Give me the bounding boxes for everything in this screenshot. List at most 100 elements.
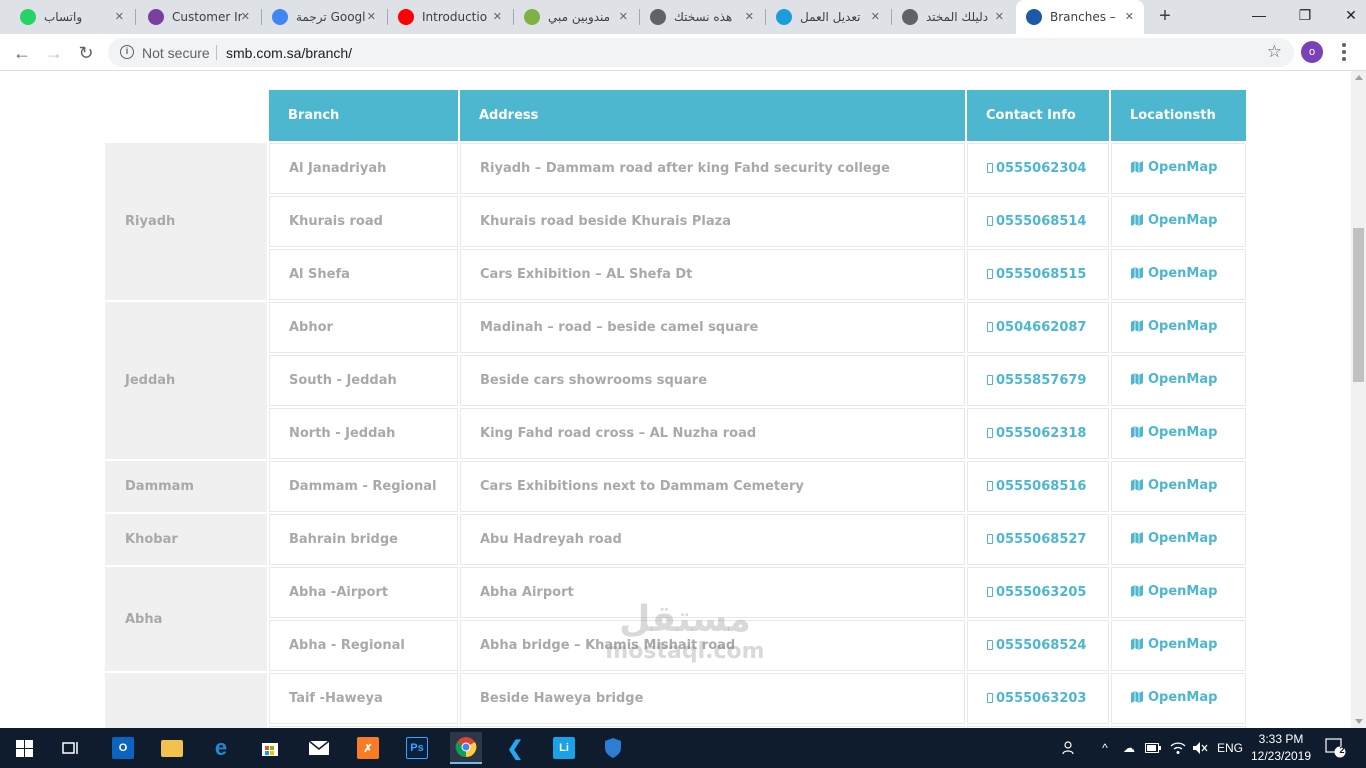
browser-menu-icon[interactable] — [1334, 40, 1354, 64]
browser-tab[interactable]: مندوبين مبي ✕ — [514, 0, 638, 34]
city-cell: Abha — [105, 567, 267, 671]
phone-number: 0555068516 — [996, 479, 1087, 494]
people-icon[interactable] — [1058, 728, 1082, 768]
vscode-icon[interactable]: ❮ — [499, 732, 531, 764]
map-icon — [1131, 691, 1144, 707]
open-map-label: OpenMap — [1148, 372, 1218, 387]
task-view-icon[interactable] — [55, 732, 87, 764]
battery-icon[interactable] — [1143, 728, 1163, 768]
edge-icon[interactable]: e — [205, 732, 237, 764]
browser-tab[interactable]: واتساب ✕ — [10, 0, 134, 34]
branch-cell: Abha -Airport — [269, 567, 458, 618]
open-map-link[interactable]: OpenMap — [1131, 425, 1217, 440]
phone-link[interactable]: 0555063205 — [987, 585, 1086, 600]
phone-link[interactable]: 0555068527 — [987, 532, 1086, 547]
close-tab-icon[interactable]: ✕ — [367, 10, 376, 24]
contact-cell: 0555068516 — [967, 461, 1109, 512]
phone-link[interactable]: 0555063203 — [987, 691, 1086, 706]
branch-cell: Bahrain bridge — [269, 514, 458, 565]
open-map-link[interactable]: OpenMap — [1131, 266, 1217, 281]
tab-title: Customer Ir — [172, 10, 242, 24]
close-tab-icon[interactable]: ✕ — [241, 10, 250, 24]
new-tab-button[interactable]: + — [1154, 6, 1176, 28]
file-explorer-icon[interactable] — [156, 732, 188, 764]
store-icon[interactable] — [254, 732, 286, 764]
close-tab-icon[interactable]: ✕ — [1125, 10, 1134, 24]
scrollbar-thumb[interactable] — [1353, 228, 1364, 382]
onedrive-cloud-icon[interactable]: ☁ — [1118, 728, 1140, 768]
phone-link[interactable]: 0555068524 — [987, 638, 1086, 653]
restore-icon[interactable]: ❐ — [1282, 0, 1328, 30]
language-indicator[interactable]: ENG — [1214, 728, 1246, 768]
phone-icon — [987, 693, 993, 703]
photoshop-icon[interactable]: Ps — [401, 732, 433, 764]
bookmark-star-icon[interactable]: ☆ — [1267, 42, 1282, 62]
forward-icon[interactable]: → — [42, 41, 66, 65]
open-map-link[interactable]: OpenMap — [1131, 372, 1217, 387]
close-tab-icon[interactable]: ✕ — [745, 10, 754, 24]
close-tab-icon[interactable]: ✕ — [619, 10, 628, 24]
branch-cell: Dammam - Regional — [269, 461, 458, 512]
volume-muted-icon[interactable] — [1190, 728, 1210, 768]
browser-tab[interactable]: Branches – ✕ — [1016, 0, 1144, 34]
open-map-link[interactable]: OpenMap — [1131, 478, 1217, 493]
close-tab-icon[interactable]: ✕ — [871, 10, 880, 24]
close-tab-icon[interactable]: ✕ — [995, 10, 1004, 24]
phone-link[interactable]: 0555062318 — [987, 426, 1086, 441]
phone-number: 0555068527 — [996, 532, 1087, 547]
address-cell: Riyadh – Dammam road after king Fahd sec… — [460, 143, 965, 194]
open-map-link[interactable]: OpenMap — [1131, 531, 1217, 546]
browser-tab[interactable]: Introductio ✕ — [388, 0, 512, 34]
branch-cell: Abha - Regional — [269, 620, 458, 671]
scroll-up-icon[interactable] — [1355, 75, 1363, 80]
branch-cell: Khurais road — [269, 196, 458, 247]
page-scrollbar[interactable] — [1351, 71, 1366, 728]
mail-icon[interactable] — [303, 732, 335, 764]
app-li-icon[interactable]: Li — [548, 732, 580, 764]
back-icon[interactable]: ← — [10, 41, 34, 65]
tab-title: واتساب — [44, 10, 83, 24]
globe-icon — [650, 9, 666, 25]
address-bar[interactable]: i Not secure smb.com.sa/branch/ ☆ — [108, 38, 1294, 67]
open-map-link[interactable]: OpenMap — [1131, 637, 1217, 652]
xampp-icon[interactable]: ✗ — [352, 732, 384, 764]
minimize-icon[interactable]: — — [1236, 0, 1282, 30]
notifications-icon[interactable]: 2 — [1322, 728, 1350, 768]
chrome-icon[interactable] — [450, 732, 482, 764]
tray-chevron-up-icon[interactable]: ^ — [1096, 728, 1114, 768]
browser-tab-strip: واتساب✕Customer Ir✕ترجمة Google✕Introduc… — [0, 0, 1366, 34]
phone-link[interactable]: 0504662087 — [987, 320, 1086, 335]
wifi-icon[interactable] — [1168, 728, 1188, 768]
outlook-icon[interactable]: O — [107, 732, 139, 764]
open-map-link[interactable]: OpenMap — [1131, 319, 1217, 334]
close-tab-icon[interactable]: ✕ — [115, 10, 124, 24]
shield-app-icon[interactable] — [597, 732, 629, 764]
phone-link[interactable]: 0555068515 — [987, 267, 1086, 282]
browser-tab[interactable]: ترجمة Google✕ — [262, 0, 386, 34]
address-cell: Abha bridge – Khamis Mishait road — [460, 620, 965, 671]
close-window-icon[interactable]: ✕ — [1328, 0, 1366, 30]
browser-tab[interactable]: Customer Ir ✕ — [138, 0, 260, 34]
reload-icon[interactable]: ↻ — [74, 41, 98, 65]
close-tab-icon[interactable]: ✕ — [493, 10, 502, 24]
info-icon[interactable]: i — [120, 45, 134, 59]
windows-start-icon[interactable] — [8, 732, 40, 764]
open-map-link[interactable]: OpenMap — [1131, 690, 1217, 705]
open-map-link[interactable]: OpenMap — [1131, 213, 1217, 228]
profile-avatar[interactable]: o — [1301, 41, 1323, 63]
system-clock[interactable]: 3:33 PM 12/23/2019 — [1246, 731, 1316, 765]
phone-link[interactable]: 0555068516 — [987, 479, 1086, 494]
table-row: Abha Abha -Airport Abha Airport 0555063205 O… — [105, 567, 1246, 671]
browser-tab[interactable]: دليلك المختد ✕ — [892, 0, 1014, 34]
browser-tab[interactable]: هذه نسختك ✕ — [640, 0, 764, 34]
phone-link[interactable]: 0555062304 — [987, 161, 1086, 176]
phone-link[interactable]: 0555857679 — [987, 373, 1086, 388]
browser-tab[interactable]: تعديل العمل ✕ — [766, 0, 890, 34]
url-text[interactable]: smb.com.sa/branch/ — [226, 45, 352, 61]
branch-cell: Al Janadriyah — [269, 143, 458, 194]
open-map-link[interactable]: OpenMap — [1131, 584, 1217, 599]
open-map-link[interactable]: OpenMap — [1131, 160, 1217, 175]
phone-number: 0555068524 — [996, 638, 1087, 653]
scroll-down-icon[interactable] — [1355, 719, 1363, 724]
phone-link[interactable]: 0555068514 — [987, 214, 1086, 229]
